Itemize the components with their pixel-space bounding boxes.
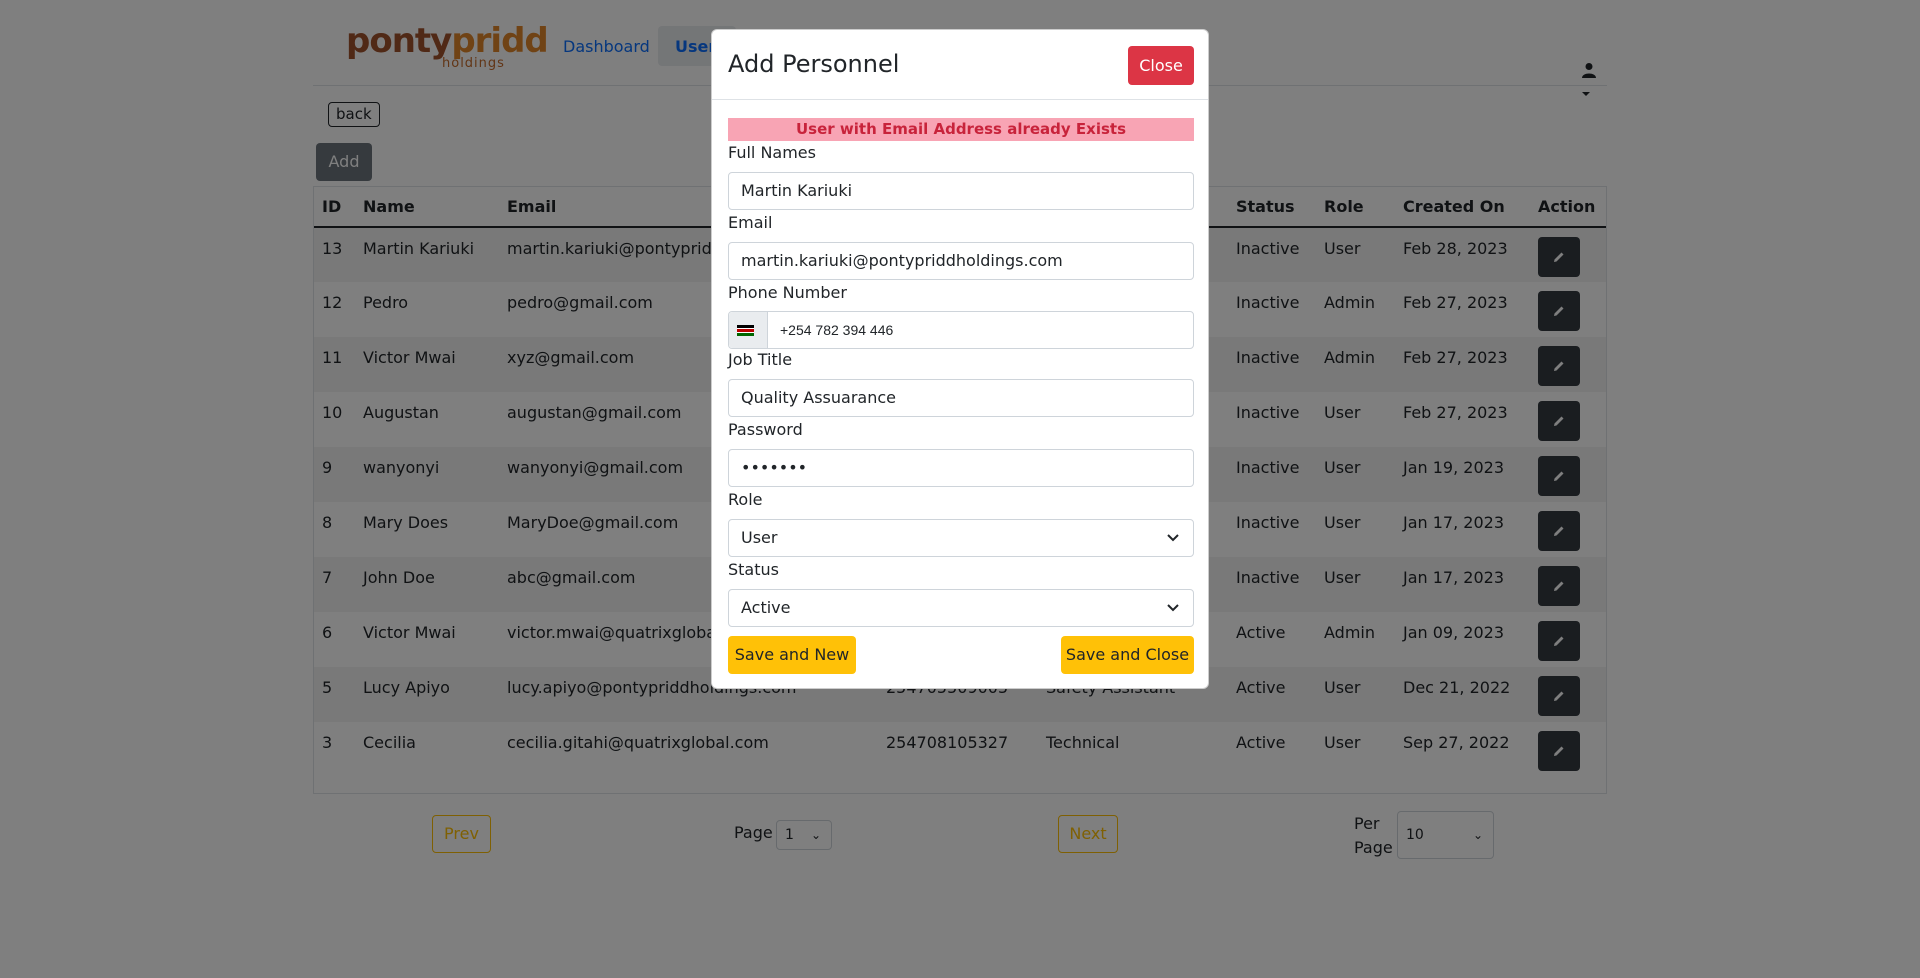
role-label: Role (728, 490, 763, 509)
full-names-label: Full Names (728, 143, 816, 162)
save-and-new-button[interactable]: Save and New (728, 636, 856, 674)
add-personnel-modal: Add Personnel Close User with Email Addr… (711, 29, 1209, 689)
password-label: Password (728, 420, 803, 439)
chevron-down-icon (1167, 520, 1179, 556)
email-label: Email (728, 213, 773, 232)
full-names-input[interactable]: Martin Kariuki (728, 172, 1194, 210)
chevron-down-icon (1167, 590, 1179, 626)
status-label: Status (728, 560, 779, 579)
error-alert: User with Email Address already Exists (728, 118, 1194, 141)
job-title-input[interactable]: Quality Assuarance (728, 379, 1194, 417)
phone-label: Phone Number (728, 283, 847, 302)
save-and-close-button[interactable]: Save and Close (1061, 636, 1194, 674)
phone-input[interactable]: +254 782 394 446 (728, 311, 1194, 349)
email-input[interactable]: martin.kariuki@pontypriddholdings.com (728, 242, 1194, 280)
job-title-label: Job Title (728, 350, 793, 369)
phone-value: +254 782 394 446 (780, 322, 894, 338)
role-select-value: User (741, 528, 778, 547)
modal-title: Add Personnel (728, 50, 900, 78)
role-select[interactable]: User (728, 519, 1194, 557)
status-select[interactable]: Active (728, 589, 1194, 627)
close-button[interactable]: Close (1128, 46, 1194, 85)
country-flag-selector[interactable] (729, 312, 768, 348)
password-input[interactable]: ••••••• (728, 449, 1194, 487)
modal-header: Add Personnel Close (712, 30, 1208, 100)
kenya-flag-icon (737, 325, 754, 336)
status-select-value: Active (741, 598, 791, 617)
